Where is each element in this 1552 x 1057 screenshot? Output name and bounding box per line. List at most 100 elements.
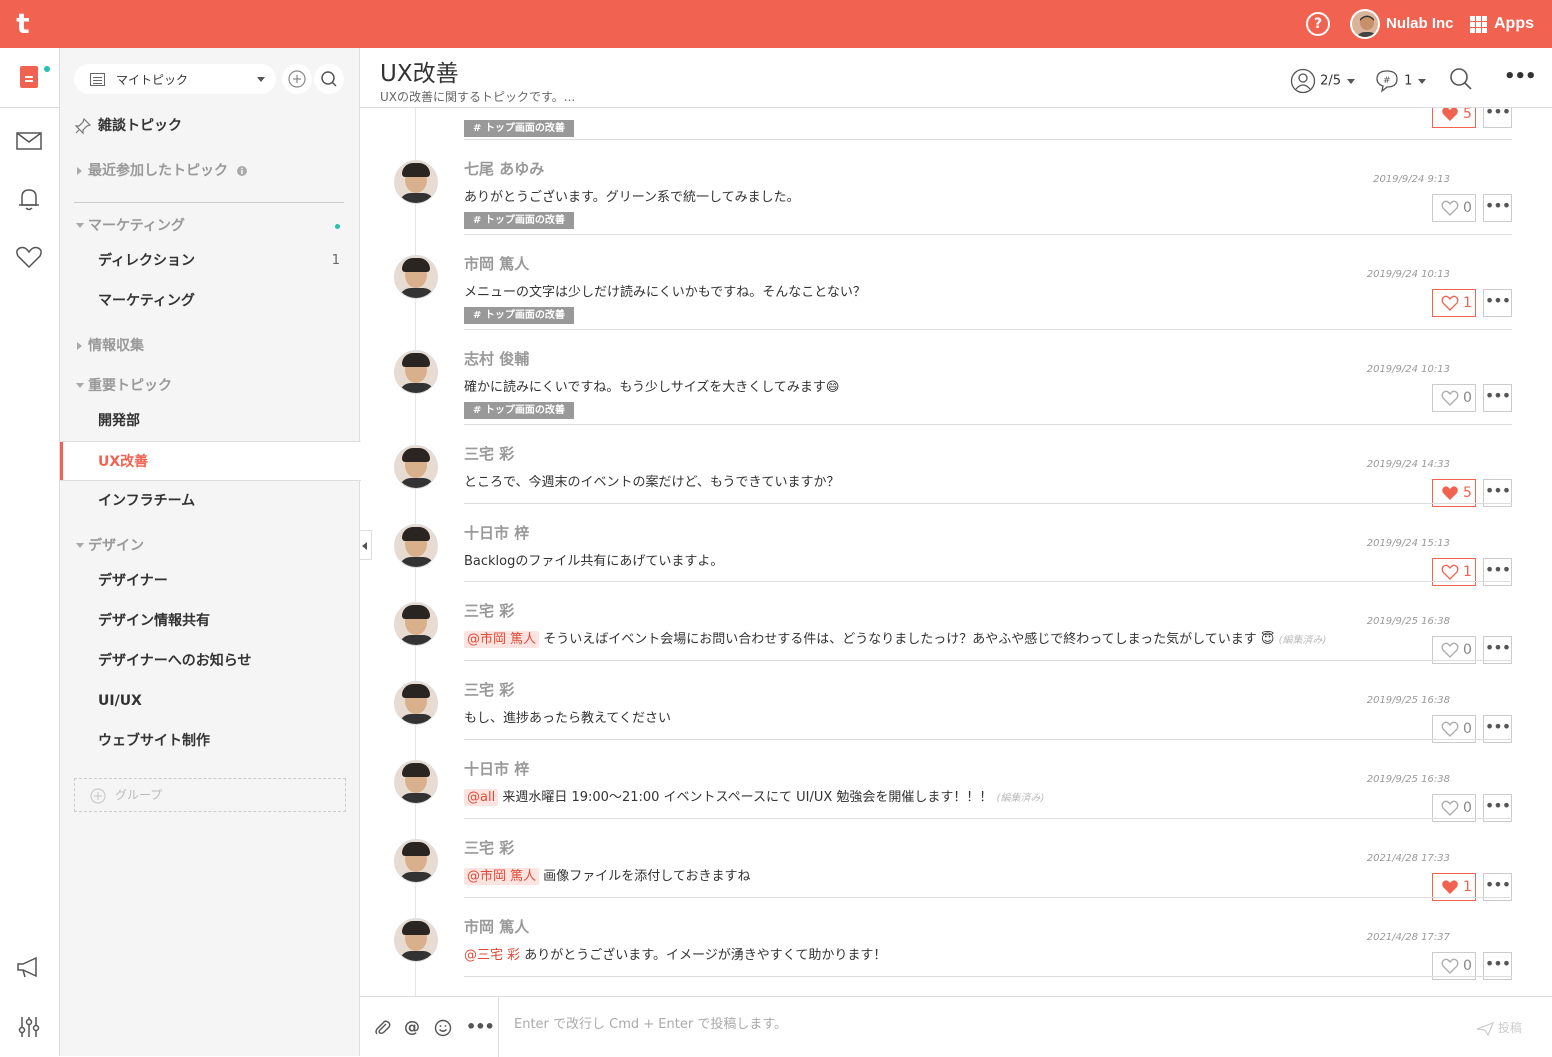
mention-icon[interactable]: @ (404, 1017, 420, 1036)
info-icon (237, 166, 247, 176)
emoji-icon[interactable] (434, 1019, 452, 1037)
apps-grid-icon[interactable] (1470, 16, 1487, 33)
message-tag[interactable]: # トップ画面の改善 (464, 307, 574, 324)
avatar[interactable] (394, 524, 438, 568)
add-topic-button[interactable] (282, 64, 312, 94)
message-item: 七尾 あゆみありがとうございます。グリーン系で統一してみました。 # トップ画面の… (360, 140, 1552, 235)
message-author[interactable]: 三宅 彩 (464, 600, 514, 621)
sidebar-item-design-share[interactable]: デザイン情報共有 (60, 601, 360, 641)
mention-chip[interactable]: @市岡 篤人 (464, 868, 540, 885)
add-group-button[interactable]: グループ (74, 778, 346, 812)
message-author[interactable]: 三宅 彩 (464, 837, 514, 858)
message-input[interactable]: Enter で改行し Cmd + Enter で投稿します。 (514, 1013, 787, 1032)
sidebar-item-pinned[interactable]: 雑談トピック (60, 106, 360, 146)
like-button[interactable]: 5 (1432, 108, 1476, 128)
sidebar-item-dev[interactable]: 開発部 (60, 401, 360, 441)
message-author[interactable]: 十日市 梓 (464, 758, 529, 779)
mention-chip[interactable]: @all (464, 789, 499, 806)
settings-sliders-icon[interactable] (14, 1012, 44, 1042)
message-author[interactable]: 十日市 梓 (464, 522, 529, 543)
sidebar-item-uiux[interactable]: UI/UX (60, 681, 360, 721)
sidebar-item-marketing[interactable]: マーケティング (60, 281, 360, 321)
chevron-down-icon (76, 543, 84, 548)
message-author[interactable]: 志村 俊輔 (464, 348, 529, 369)
megaphone-icon[interactable] (14, 952, 44, 982)
sidebar-group-info[interactable]: 情報収集 (60, 331, 360, 361)
message-text: ありがとうございます。グリーン系で統一してみました。 (464, 190, 800, 205)
org-name[interactable]: Nulab Inc (1386, 15, 1454, 32)
sidebar-item-direction[interactable]: ディレクション 1 (60, 241, 360, 281)
search-topic-button[interactable] (314, 64, 344, 94)
message-more-button[interactable]: ••• (1483, 194, 1512, 222)
sidebar-item-designer[interactable]: デザイナー (60, 561, 360, 601)
mention-link[interactable]: @三宅 彩 (464, 948, 520, 963)
message-tag[interactable]: # トップ画面の改善 (464, 120, 574, 137)
like-button[interactable]: 0 (1432, 194, 1476, 222)
chevron-down-icon (76, 223, 84, 228)
heart-icon (1441, 295, 1459, 311)
topic-description[interactable]: UXの改善に関するトピックです。... (380, 88, 575, 105)
avatar[interactable] (394, 760, 438, 804)
avatar[interactable] (394, 160, 438, 204)
message-author[interactable]: 三宅 彩 (464, 679, 514, 700)
mail-icon[interactable] (14, 126, 44, 156)
thread-bubble-icon: # (1376, 70, 1398, 93)
message-more-button[interactable]: ••• (1483, 108, 1512, 128)
message-timestamp: 2021/4/28 17:37 (1366, 932, 1450, 943)
send-button[interactable]: 投稿 (1476, 1019, 1522, 1036)
like-button[interactable]: 1 (1432, 289, 1476, 317)
help-icon[interactable]: ? (1306, 12, 1330, 36)
list-icon (90, 73, 105, 86)
threads-button[interactable]: # 1 (1374, 68, 1427, 94)
avatar[interactable] (394, 255, 438, 299)
sidebar-item-ux[interactable]: UX改善 (60, 441, 361, 481)
avatar[interactable] (394, 918, 438, 962)
sidebar-item-website[interactable]: ウェブサイト制作 (60, 721, 360, 761)
message-feed[interactable]: # トップ画面の改善 5 ••• 七尾 あゆみありがとうございます。グリーン系で… (360, 108, 1552, 996)
message-body: @市岡 篤人 そういえばイベント会場にお問い合わせする件は、どうなりましたっけ？… (464, 628, 1326, 648)
more-options-icon[interactable]: ••• (1504, 66, 1537, 87)
message-tag[interactable]: # トップ画面の改善 (464, 212, 574, 229)
heart-icon[interactable] (14, 242, 44, 272)
sidebar-group-label: 重要トピック (88, 378, 172, 394)
members-button[interactable]: 2/5 (1290, 68, 1356, 94)
message-author[interactable]: 三宅 彩 (464, 443, 514, 464)
paperclip-icon[interactable] (374, 1019, 392, 1037)
sidebar-item-designer-notice[interactable]: デザイナーへのお知らせ (60, 641, 360, 681)
topic-header: UX改善 UXの改善に関するトピックです。... 2/5 # 1 ••• (360, 48, 1552, 108)
message-timestamp: 2019/9/24 10:13 (1366, 364, 1450, 375)
more-tools-icon[interactable]: ••• (466, 1017, 495, 1036)
sidebar-group-important[interactable]: 重要トピック (60, 371, 360, 401)
message-more-button[interactable]: ••• (1483, 289, 1512, 317)
avatar[interactable] (394, 681, 438, 725)
message-timestamp: 2019/9/24 14:33 (1366, 459, 1450, 470)
search-icon[interactable] (1448, 66, 1474, 92)
bell-icon[interactable] (14, 184, 44, 214)
typetalk-logo[interactable]: t (10, 8, 36, 40)
topics-tab[interactable] (0, 48, 60, 108)
heart-icon (1441, 642, 1459, 658)
avatar[interactable] (394, 602, 438, 646)
apps-button[interactable]: Apps (1494, 15, 1534, 33)
sidebar-group-recent[interactable]: 最近参加したトピック (60, 156, 360, 186)
message-timestamp: 2019/9/24 9:13 (1373, 174, 1450, 185)
message-author[interactable]: 七尾 あゆみ (464, 158, 544, 179)
message-item: 三宅 彩 @市岡 篤人 そういえばイベント会場にお問い合わせする件は、どうなりまし… (360, 582, 1552, 664)
avatar[interactable] (394, 445, 438, 489)
avatar[interactable] (394, 350, 438, 394)
sidebar-group-marketing[interactable]: マーケティング (60, 211, 360, 241)
message-author[interactable]: 市岡 篤人 (464, 253, 529, 274)
topics-icon[interactable] (20, 66, 38, 88)
org-avatar[interactable] (1350, 9, 1380, 39)
sidebar-item-infra[interactable]: インフラチーム (60, 481, 360, 521)
avatar[interactable] (394, 839, 438, 883)
like-button[interactable]: 0 (1432, 384, 1476, 412)
mention-chip[interactable]: @市岡 篤人 (464, 631, 540, 648)
message-more-button[interactable]: ••• (1483, 384, 1512, 412)
message-author[interactable]: 市岡 篤人 (464, 916, 529, 937)
topic-filter-select[interactable]: マイトピック (74, 64, 276, 94)
message-tag[interactable]: # トップ画面の改善 (464, 402, 574, 419)
sidebar-group-design[interactable]: デザイン (60, 531, 360, 561)
chevron-down-icon (76, 383, 84, 388)
message-item: 三宅 彩ところで、今週末のイベントの案だけど、もうできていますか？ 2019/9/… (360, 425, 1552, 507)
